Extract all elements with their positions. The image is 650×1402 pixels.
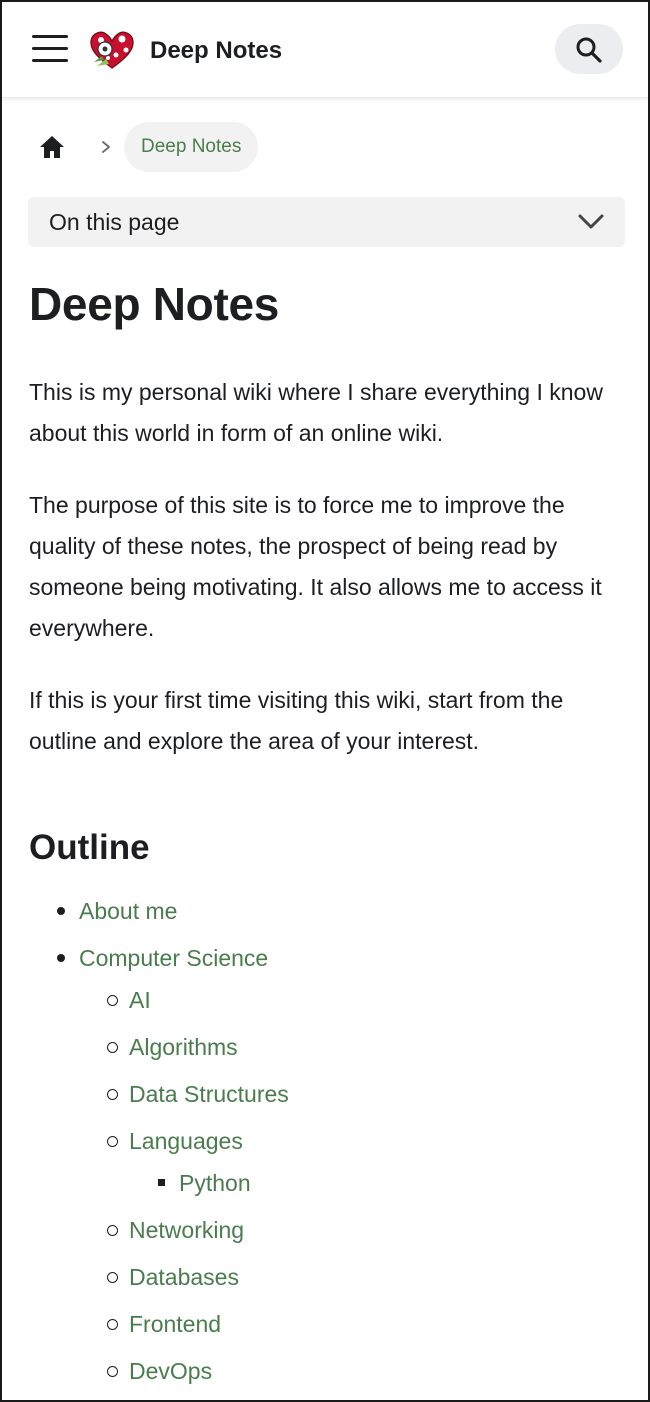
on-this-page-toggle[interactable]: On this page [28,197,625,247]
link-devops[interactable]: DevOps [129,1358,212,1384]
list-item: Python [129,1168,629,1198]
home-icon[interactable] [36,132,68,162]
page-title: Deep Notes [29,278,280,330]
list-item: Algorithms [79,1032,629,1062]
list-item: Computer Science AI Algorithms Data Stru… [29,943,629,1386]
search-button[interactable] [555,24,623,74]
list-item: AI [79,985,629,1015]
link-algorithms[interactable]: Algorithms [129,1034,238,1060]
list-item: Data Structures [79,1079,629,1109]
intro-paragraph: This is my personal wiki where I share e… [29,379,603,446]
list-item: Languages Python [79,1126,629,1198]
outline-heading: Outline [29,828,150,867]
languages-sublist: Python [129,1168,629,1198]
list-item: About me [29,896,629,926]
link-computer-science[interactable]: Computer Science [79,945,268,971]
outline-list: About me Computer Science AI Algorithms … [29,896,629,1386]
purpose-paragraph: The purpose of this site is to force me … [29,492,602,641]
list-item: Networking [79,1215,629,1245]
chevron-down-icon [578,214,604,229]
list-item: DevOps [79,1356,629,1386]
article: Deep Notes This is my personal wiki wher… [29,272,629,1400]
link-databases[interactable]: Databases [129,1264,239,1290]
link-languages[interactable]: Languages [129,1128,243,1154]
site-title[interactable]: Deep Notes [150,36,282,66]
breadcrumb-current: Deep Notes [124,122,259,172]
link-about-me[interactable]: About me [79,898,177,924]
list-item: Frontend [79,1309,629,1339]
link-python[interactable]: Python [179,1170,251,1196]
heart-logo[interactable] [88,28,136,72]
link-networking[interactable]: Networking [129,1217,244,1243]
navbar: Deep Notes [2,2,648,98]
chevron-right-icon [102,141,110,153]
search-icon [576,37,602,63]
link-data-structures[interactable]: Data Structures [129,1081,289,1107]
computer-science-sublist: AI Algorithms Data Structures Languages … [79,985,629,1386]
link-ai[interactable]: AI [129,987,151,1013]
list-item: Databases [79,1262,629,1292]
link-frontend[interactable]: Frontend [129,1311,221,1337]
hamburger-menu-icon[interactable] [30,30,70,66]
page-frame: Deep Notes Deep Notes On this page Deep … [0,0,650,1402]
toc-label: On this page [49,209,180,235]
first-visit-paragraph: If this is your first time visiting this… [29,687,564,754]
